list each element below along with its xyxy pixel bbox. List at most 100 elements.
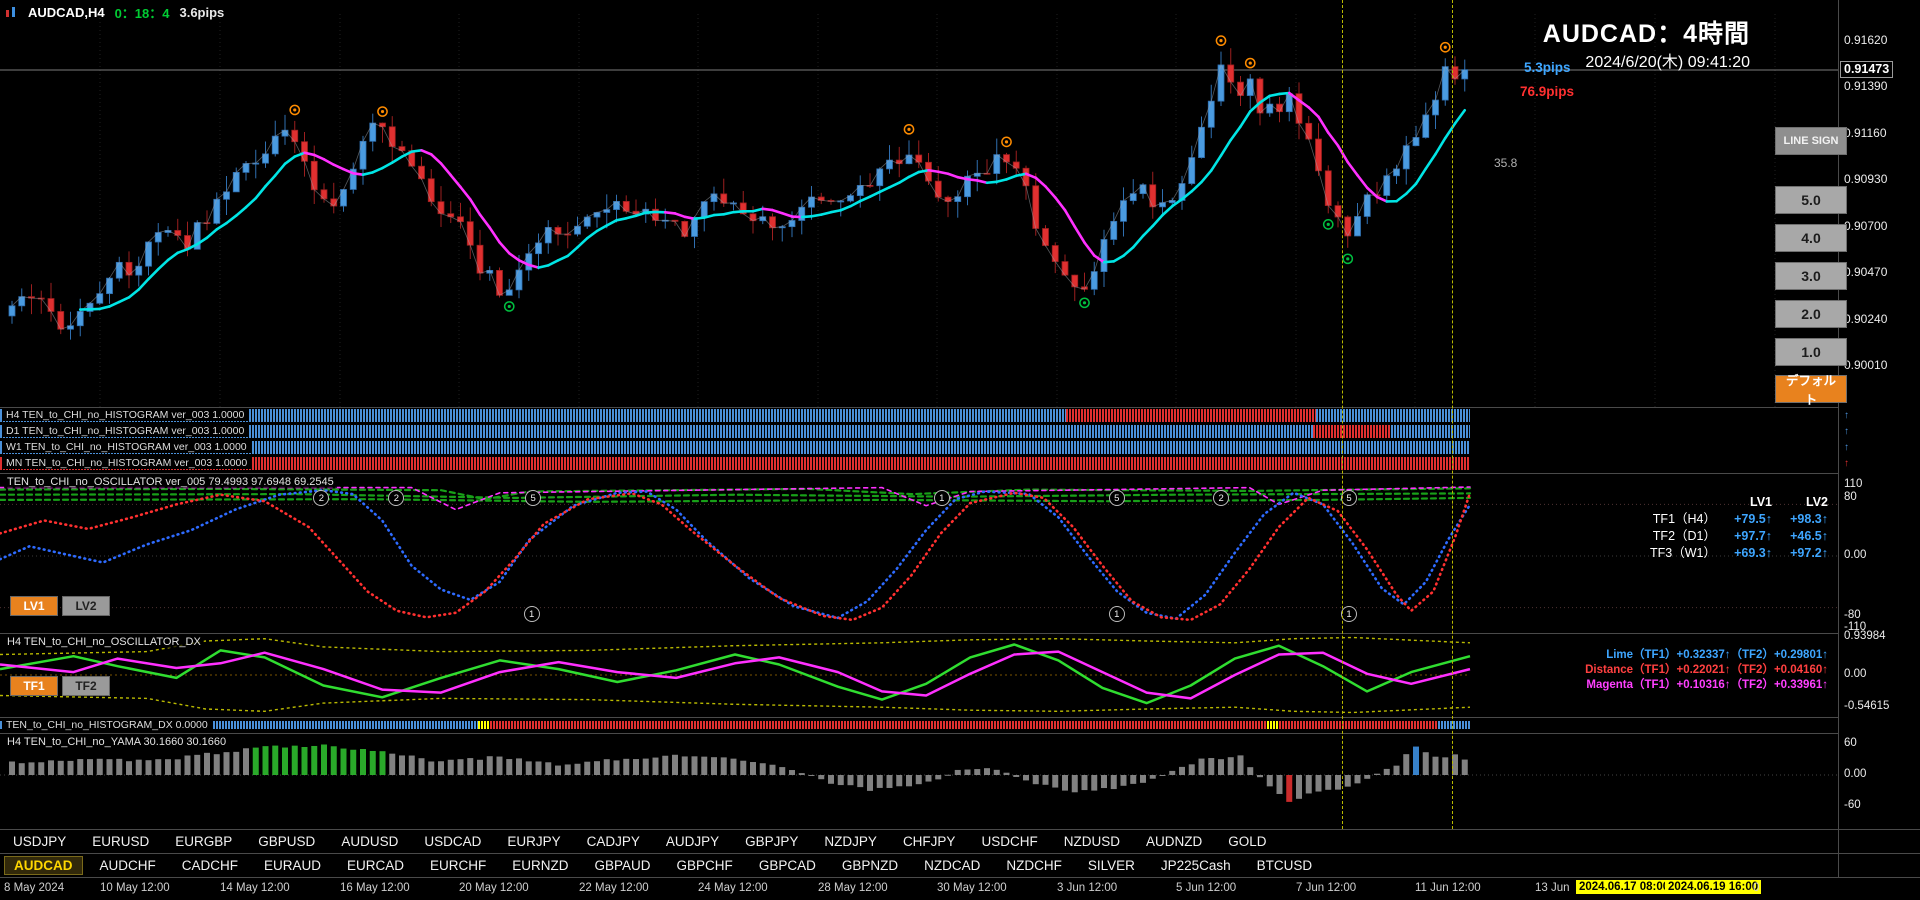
oscillator-dx-canvas[interactable] [0,634,1838,716]
osc-lv2-button[interactable]: LV2 [62,596,110,616]
histogram-row-arrow: ↑ [1844,410,1849,421]
dx-tf1-button[interactable]: TF1 [10,676,58,696]
symbol-tab-eurcad[interactable]: EURCAD [334,858,417,873]
chart-header-left: AUDCAD,H4 0：18：4 3.6pips [5,3,224,22]
time-axis: 8 May 2024 10 May 12:00 14 May 12:00 16 May… [0,878,1920,900]
symbol-tab-usdcad[interactable]: USDCAD [411,834,494,849]
symbol-tab-gbpusd[interactable]: GBPUSD [245,834,328,849]
symbol-tab-gbpaud[interactable]: GBPAUD [582,858,664,873]
indicator-axis-label: -0.54615 [1844,700,1890,712]
symbol-tab-btcusd[interactable]: BTCUSD [1244,858,1326,873]
chart-icon [5,6,18,19]
osc-table-header: LV1 LV2 [1612,494,1828,511]
indicator-axis-label: 110 [1844,478,1863,490]
osc-tf-value-lv1: +97.7↑ [1734,529,1772,543]
cycle-number-badge: 1 [1340,606,1357,622]
symbol-tab-audcad[interactable]: AUDCAD [4,856,83,875]
symbol-tab-eurchf[interactable]: EURCHF [417,858,499,873]
symbol-tab-gold[interactable]: GOLD [1215,834,1279,849]
symbol-tab-nzdcad[interactable]: NZDCAD [911,858,993,873]
price-axis-label: 0.91390 [1844,79,1888,93]
symbol-tab-jp225cash[interactable]: JP225Cash [1148,858,1244,873]
symbol-tab-eurjpy[interactable]: EURJPY [494,834,573,849]
symbol-tab-silver[interactable]: SILVER [1075,858,1148,873]
symbol-tab-audusd[interactable]: AUDUSD [328,834,411,849]
price-axis-label: 0.90930 [1844,172,1888,186]
symbol-tab-audjpy[interactable]: AUDJPY [653,834,732,849]
symbol-tab-gbpcad[interactable]: GBPCAD [746,858,829,873]
osc-tf-value-lv2: +98.3↑ [1790,512,1828,526]
histogram-row-h4: H4 TEN_to_CHI_no_HISTOGRAM ver_003 1.000… [0,408,1838,423]
histogram-row-arrow: ↑ [1844,458,1849,469]
histogram-dx-segment [489,721,1268,729]
osc-tf-label: TF1（H4） [1652,512,1716,526]
symbol-tab-gbpnzd[interactable]: GBPNZD [829,858,911,873]
side-button-line-sign[interactable]: LINE SIGN [1775,127,1847,155]
symbol-tab-gbpchf[interactable]: GBPCHF [664,858,746,873]
osc-lv1-button[interactable]: LV1 [10,596,58,616]
chart-title: AUDCAD：4時間 [1542,20,1750,48]
side-button-2-0[interactable]: 2.0 [1775,300,1847,328]
timeline-label: 20 May 12:00 [459,882,529,894]
cycle-number-badge: 1 [933,490,950,506]
symbol-tab-eurnzd[interactable]: EURNZD [499,858,581,873]
side-button-4-0[interactable]: 4.0 [1775,224,1847,252]
side-button-1-0[interactable]: 1.0 [1775,338,1847,366]
histogram-dx-segment [477,721,490,729]
timeline-tail-label: 0 [1753,882,1760,894]
vertical-date-line [1452,0,1453,829]
symbol-tab-usdchf[interactable]: USDCHF [968,834,1050,849]
current-price-box: 0.91473 [1840,61,1894,78]
dx-tf2-button[interactable]: TF2 [62,676,110,696]
histogram-row-label: W1 TEN_to_CHI_no_HISTOGRAM ver_003 1.000… [2,441,251,453]
timeline-label: 13 Jun [1535,882,1570,894]
trading-terminal: AUDCAD,H4 0：18：4 3.6pips AUDCAD：4時間 2024… [0,0,1920,900]
symbol-tab-nzdchf[interactable]: NZDCHF [993,858,1075,873]
side-button-default[interactable]: デフォルト [1775,374,1847,407]
histogram-bars-segment [1390,425,1470,438]
vertical-date-line [1342,0,1343,829]
oscillator-panel: TEN_to_CHI_no_OSCILLATOR ver_005 79.4993… [0,474,1838,632]
indicator-axis-label: 0.93984 [1844,630,1886,642]
timeline-label: 24 May 12:00 [698,882,768,894]
symbol-tab-euraud[interactable]: EURAUD [251,858,334,873]
oscillator-value-table: LV1 LV2 TF1（H4） +79.5↑ +98.3↑ TF2（D1） +97.7↑ +4… [1612,494,1828,562]
side-button-5-0[interactable]: 5.0 [1775,186,1847,214]
symbol-tab-nzdjpy[interactable]: NZDJPY [811,834,890,849]
yama-canvas[interactable] [0,734,1838,828]
symbol-tab-audnzd[interactable]: AUDNZD [1133,834,1215,849]
symbol-tab-cadchf[interactable]: CADCHF [169,858,251,873]
cycle-number-badge: 1 [1108,606,1125,622]
side-button-3-0[interactable]: 3.0 [1775,262,1847,290]
histogram-row-mn: MN TEN_to_CHI_no_HISTOGRAM ver_003 1.000… [0,456,1838,471]
symbol-tab-gbpjpy[interactable]: GBPJPY [732,834,811,849]
symbol-tab-cadjpy[interactable]: CADJPY [574,834,653,849]
symbol-tab-nzdusd[interactable]: NZDUSD [1051,834,1133,849]
symbol-tab-eurusd[interactable]: EURUSD [79,834,162,849]
symbol-tab-usdjpy[interactable]: USDJPY [0,834,79,849]
oscillator-canvas[interactable] [0,474,1838,632]
histogram-row-arrow: ↑ [1844,442,1849,453]
symbol-tab-audchf[interactable]: AUDCHF [87,858,169,873]
symbol-tab-chfjpy[interactable]: CHFJPY [890,834,969,849]
symbol-row-2: AUDCAD AUDCHF CADCHF EURAUD EURCAD EURCHF EURN… [0,854,1920,877]
histogram-dx-label: TEN_to_CHI_no_HISTOGRAM_DX 0.0000 [2,719,212,731]
osc-line-green-band-2 [0,492,1472,500]
panel-separator [0,407,1838,408]
histogram-row-arrow: ↑ [1844,426,1849,437]
timeline-label: 3 Jun 12:00 [1057,882,1118,894]
histogram-bars-segment [1315,409,1470,422]
symbol-tab-eurgbp[interactable]: EURGBP [162,834,245,849]
dx-line-lime-wave [0,643,1471,705]
osc-line-blue-osc [0,488,1472,620]
timeline-label: 28 May 12:00 [818,882,888,894]
timeline-label: 7 Jun 12:00 [1296,882,1357,894]
candle-timer: 0：18：4 [114,6,170,21]
osc-tf-value-lv1: +69.3↑ [1734,546,1772,560]
price-axis-label: 0.90240 [1844,312,1888,326]
indicator-axis-label: -60 [1844,799,1861,811]
chart-datetime: 2024/6/20(木) 09:41:20 [1585,54,1750,71]
oscillator-dx-panel: H4 TEN_to_CHI_no_OSCILLATOR_DX TF1 TF2 Lim… [0,634,1838,716]
osc-line-green-band-3 [0,496,1472,503]
timeline-label: 8 May 2024 [4,882,65,894]
